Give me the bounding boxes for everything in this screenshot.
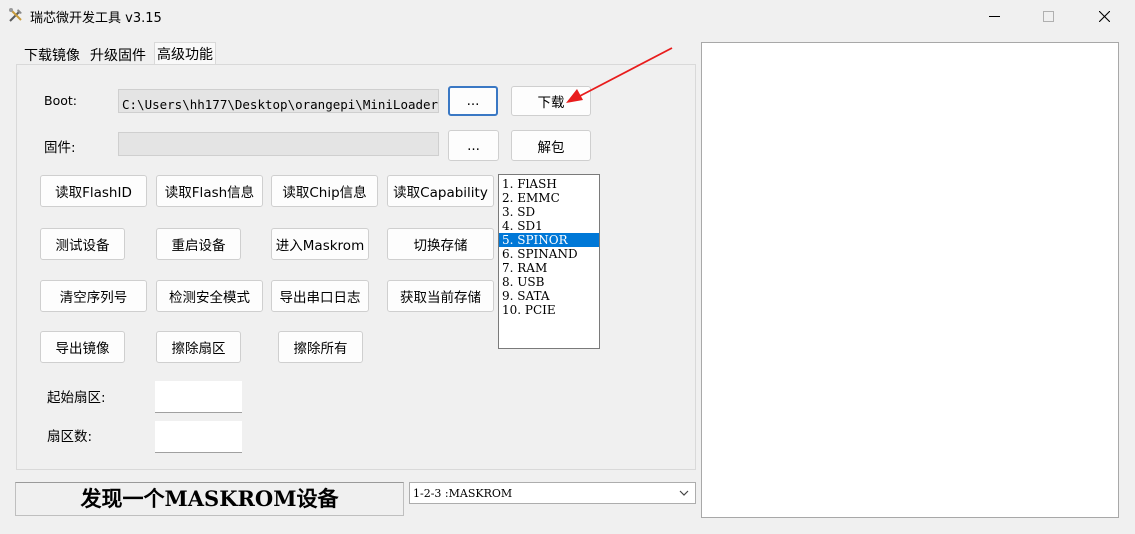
- minimize-button[interactable]: [971, 0, 1017, 32]
- test-device-button[interactable]: 测试设备: [40, 228, 125, 260]
- enter-maskrom-button[interactable]: 进入Maskrom: [271, 228, 369, 260]
- get-current-storage-button[interactable]: 获取当前存储: [387, 280, 494, 312]
- storage-list-item[interactable]: 10. PCIE: [499, 303, 599, 317]
- unpack-button[interactable]: 解包: [511, 130, 591, 161]
- tab-download-image[interactable]: 下载镜像: [22, 44, 82, 66]
- storage-list-item[interactable]: 2. EMMC: [499, 191, 599, 205]
- tools-icon: [9, 8, 22, 22]
- check-secure-mode-button[interactable]: 检测安全模式: [156, 280, 263, 312]
- storage-list-item[interactable]: 1. FlASH: [499, 177, 599, 191]
- boot-browse-button[interactable]: ...: [448, 86, 498, 116]
- reboot-device-button[interactable]: 重启设备: [156, 228, 241, 260]
- read-flash-id-button[interactable]: 读取FlashID: [40, 175, 147, 207]
- firmware-browse-button[interactable]: ...: [448, 130, 499, 161]
- start-sector-input[interactable]: [155, 381, 242, 413]
- storage-list-item[interactable]: 7. RAM: [499, 261, 599, 275]
- storage-listbox[interactable]: 1. FlASH 2. EMMC 3. SD 4. SD1 5. SPINOR 6. SP…: [498, 174, 600, 349]
- boot-path-field[interactable]: C:\Users\hh177\Desktop\orangepi\MiniLoad…: [118, 89, 439, 113]
- export-serial-log-button[interactable]: 导出串口日志: [271, 280, 369, 312]
- maximize-icon: [1042, 10, 1054, 22]
- storage-list-item[interactable]: 6. SPINAND: [499, 247, 599, 261]
- window-title: 瑞芯微开发工具 v3.15: [30, 11, 162, 26]
- tab-advanced[interactable]: 高级功能: [154, 42, 216, 66]
- title-bar: 瑞芯微开发工具 v3.15: [0, 0, 1135, 32]
- device-select[interactable]: 1-2-3 :MASKROM: [409, 482, 696, 504]
- export-image-button[interactable]: 导出镜像: [40, 331, 125, 363]
- sector-count-input[interactable]: [155, 421, 242, 453]
- chevron-down-icon: [679, 490, 689, 496]
- tab-upgrade-firmware[interactable]: 升级固件: [88, 44, 148, 66]
- clear-serial-button[interactable]: 清空序列号: [40, 280, 147, 312]
- read-flash-info-button[interactable]: 读取Flash信息: [156, 175, 263, 207]
- sector-count-label: 扇区数:: [47, 429, 93, 445]
- minimize-icon: [988, 15, 1000, 17]
- device-select-value: 1-2-3 :MASKROM: [413, 487, 513, 500]
- storage-list-item[interactable]: 3. SD: [499, 205, 599, 219]
- close-icon: [1098, 10, 1110, 22]
- erase-all-button[interactable]: 擦除所有: [278, 331, 363, 363]
- maximize-button[interactable]: [1025, 0, 1071, 32]
- storage-list-item[interactable]: 8. USB: [499, 275, 599, 289]
- storage-list-item[interactable]: 4. SD1: [499, 219, 599, 233]
- firmware-path-field[interactable]: [118, 132, 439, 156]
- storage-list-item[interactable]: 5. SPINOR: [499, 233, 599, 247]
- log-output[interactable]: [701, 42, 1119, 518]
- firmware-label: 固件:: [44, 140, 76, 156]
- storage-list-item[interactable]: 9. SATA: [499, 289, 599, 303]
- close-button[interactable]: [1081, 0, 1127, 32]
- boot-label: Boot:: [44, 93, 77, 108]
- status-message: 发现一个MASKROM设备: [15, 482, 404, 516]
- read-capability-button[interactable]: 读取Capability: [387, 175, 494, 207]
- download-button[interactable]: 下载: [511, 86, 591, 116]
- start-sector-label: 起始扇区:: [47, 390, 106, 406]
- read-chip-info-button[interactable]: 读取Chip信息: [271, 175, 378, 207]
- switch-storage-button[interactable]: 切换存储: [387, 228, 494, 260]
- erase-sectors-button[interactable]: 擦除扇区: [156, 331, 241, 363]
